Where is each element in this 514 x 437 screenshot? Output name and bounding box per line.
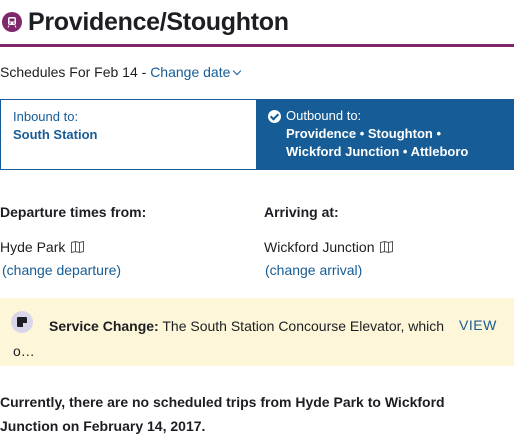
alert-text: Service Change: The South Station Concou… bbox=[13, 314, 453, 364]
inbound-label: Inbound to: bbox=[13, 109, 79, 124]
change-arrival-link[interactable]: (change arrival) bbox=[265, 261, 362, 279]
alert-type: Service Change: bbox=[49, 318, 159, 334]
change-date-link[interactable]: Change date bbox=[150, 64, 242, 80]
schedule-date-text: Schedules For Feb 14 - bbox=[0, 64, 151, 80]
direction-outbound-tab[interactable]: Outbound to: Providence • Stoughton • Wi… bbox=[256, 99, 514, 170]
arrival-stop-name: Wickford Junction bbox=[264, 239, 375, 255]
view-alert-link[interactable]: VIEW bbox=[459, 316, 497, 334]
outbound-label-row: Outbound to: bbox=[268, 107, 502, 125]
departure-stop-name: Hyde Park bbox=[0, 239, 66, 255]
schedule-date-line: Schedules For Feb 14 - Change date bbox=[0, 63, 242, 81]
inbound-destination: South Station bbox=[13, 127, 98, 142]
outbound-destination-line2: Wickford Junction • Attleboro bbox=[286, 144, 469, 159]
page-header: Providence/Stoughton bbox=[0, 6, 514, 47]
outbound-label: Outbound to: bbox=[286, 108, 362, 123]
map-icon[interactable] bbox=[71, 241, 85, 253]
arrival-stop: Wickford Junction bbox=[264, 238, 394, 256]
arrival-heading: Arriving at: bbox=[264, 204, 339, 220]
direction-inbound-tab[interactable]: Inbound to: South Station bbox=[0, 99, 257, 170]
chevron-down-icon bbox=[233, 66, 242, 76]
change-date-label: Change date bbox=[150, 64, 231, 80]
departure-heading: Departure times from: bbox=[0, 204, 147, 220]
page-title: Providence/Stoughton bbox=[28, 8, 289, 36]
no-trips-notice: Currently, there are no scheduled trips … bbox=[0, 394, 445, 434]
change-departure-link[interactable]: (change departure) bbox=[2, 261, 121, 279]
departure-stop: Hyde Park bbox=[0, 238, 85, 256]
service-alert: Service Change: The South Station Concou… bbox=[0, 298, 514, 366]
check-circle-icon bbox=[268, 109, 281, 123]
map-icon[interactable] bbox=[380, 241, 394, 253]
header-divider bbox=[0, 44, 514, 47]
outbound-destination-line1: Providence • Stoughton • bbox=[286, 126, 441, 141]
commuter-rail-icon bbox=[2, 12, 22, 32]
